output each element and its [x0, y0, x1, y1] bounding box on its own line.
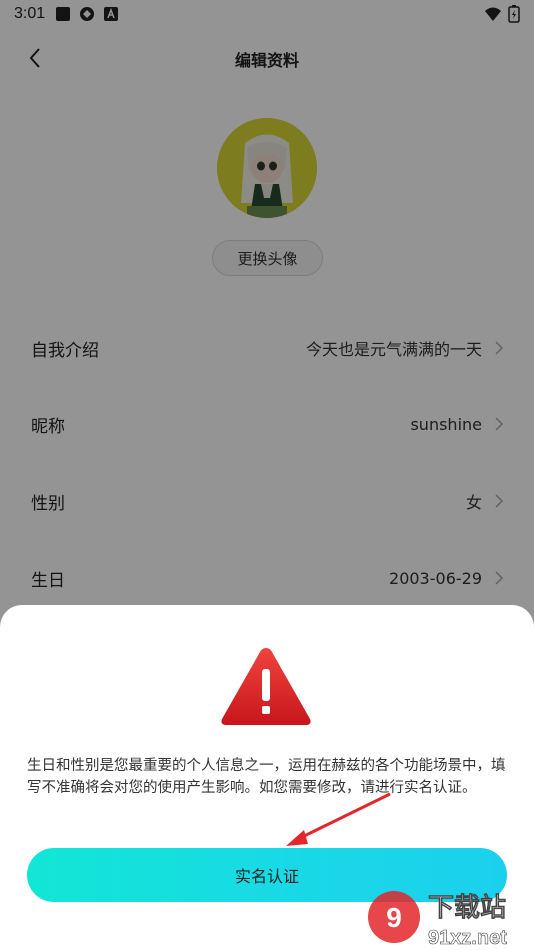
dialog-message: 生日和性别是您最重要的个人信息之一，运用在赫兹的各个功能场景中，填写不准确将会对…	[27, 758, 506, 796]
watermark-url-text: 91xz.net	[428, 927, 507, 949]
site-watermark: 9 下载站 91xz.net	[364, 884, 534, 950]
svg-text:9: 9	[386, 902, 402, 933]
warning-triangle-icon	[221, 648, 311, 725]
watermark-cn-text: 下载站	[428, 893, 506, 923]
annotation-arrow-icon	[286, 792, 391, 846]
